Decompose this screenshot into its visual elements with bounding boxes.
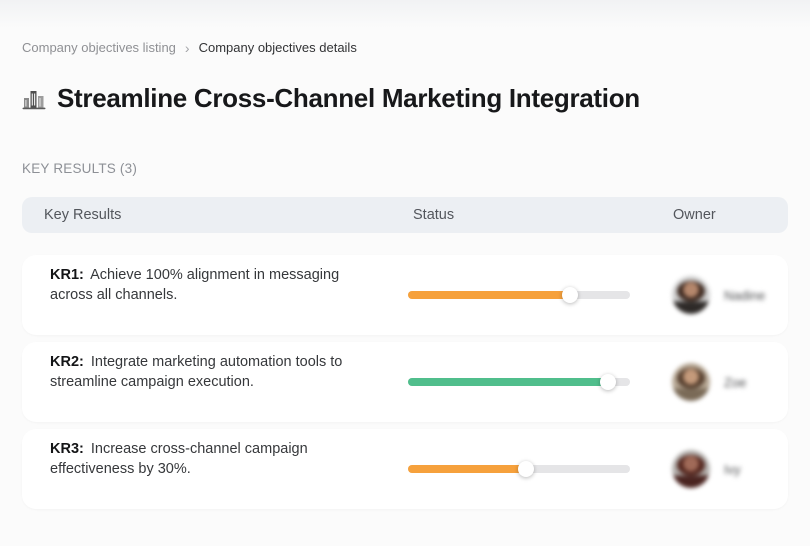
breadcrumb-item-details: Company objectives details (198, 40, 357, 55)
key-result-id: KR1: (50, 267, 84, 283)
key-result-description: Achieve 100% alignment in messaging acro… (50, 267, 340, 303)
key-result-row: KR3: Increase cross-channel campaign eff… (22, 429, 788, 509)
key-results-table-header: Key Results Status Owner (22, 197, 788, 233)
progress-fill (408, 378, 608, 386)
breadcrumb-item-listing[interactable]: Company objectives listing (22, 40, 176, 55)
key-result-id: KR2: (50, 354, 84, 370)
progress-fill (408, 465, 526, 473)
avatar (672, 276, 710, 314)
key-result-id: KR3: (50, 441, 84, 457)
key-result-description: Increase cross-channel campaign effectiv… (50, 441, 308, 477)
progress-thumb[interactable] (599, 374, 616, 390)
breadcrumb: Company objectives listing › Company obj… (22, 40, 357, 55)
owner-name: Zoe (724, 374, 747, 390)
avatar (672, 363, 710, 401)
owner-cell: Ivy (672, 450, 788, 488)
key-result-text: KR1: Achieve 100% alignment in messaging… (50, 265, 368, 305)
key-result-text: KR3: Increase cross-channel campaign eff… (50, 439, 368, 479)
chevron-right-icon: › (184, 39, 190, 56)
key-result-row: KR2: Integrate marketing automation tool… (22, 342, 788, 422)
page-title: Streamline Cross-Channel Marketing Integ… (57, 83, 640, 114)
objective-title-row: Streamline Cross-Channel Marketing Integ… (22, 66, 640, 132)
progress-thumb[interactable] (562, 287, 579, 303)
column-header-key-results: Key Results (44, 207, 122, 223)
progress-fill (408, 291, 571, 299)
key-results-section-label: KEY RESULTS (3) (22, 161, 138, 176)
key-result-row: KR1: Achieve 100% alignment in messaging… (22, 255, 788, 335)
avatar (672, 450, 710, 488)
owner-cell: Nadine (672, 276, 788, 314)
column-header-owner: Owner (673, 207, 716, 223)
progress-thumb[interactable] (517, 461, 534, 477)
key-results-list: KR1: Achieve 100% alignment in messaging… (22, 255, 788, 509)
buildings-icon (22, 90, 46, 110)
owner-cell: Zoe (672, 363, 788, 401)
key-result-description: Integrate marketing automation tools to … (50, 354, 343, 390)
progress-slider[interactable] (408, 374, 630, 390)
owner-name: Ivy (724, 461, 741, 477)
column-header-status: Status (413, 207, 455, 223)
company-objective-details-page: Company objectives listing › Company obj… (0, 0, 810, 546)
key-result-text: KR2: Integrate marketing automation tool… (50, 352, 368, 392)
progress-slider[interactable] (408, 287, 630, 303)
owner-name: Nadine (724, 287, 766, 303)
progress-slider[interactable] (408, 461, 630, 477)
